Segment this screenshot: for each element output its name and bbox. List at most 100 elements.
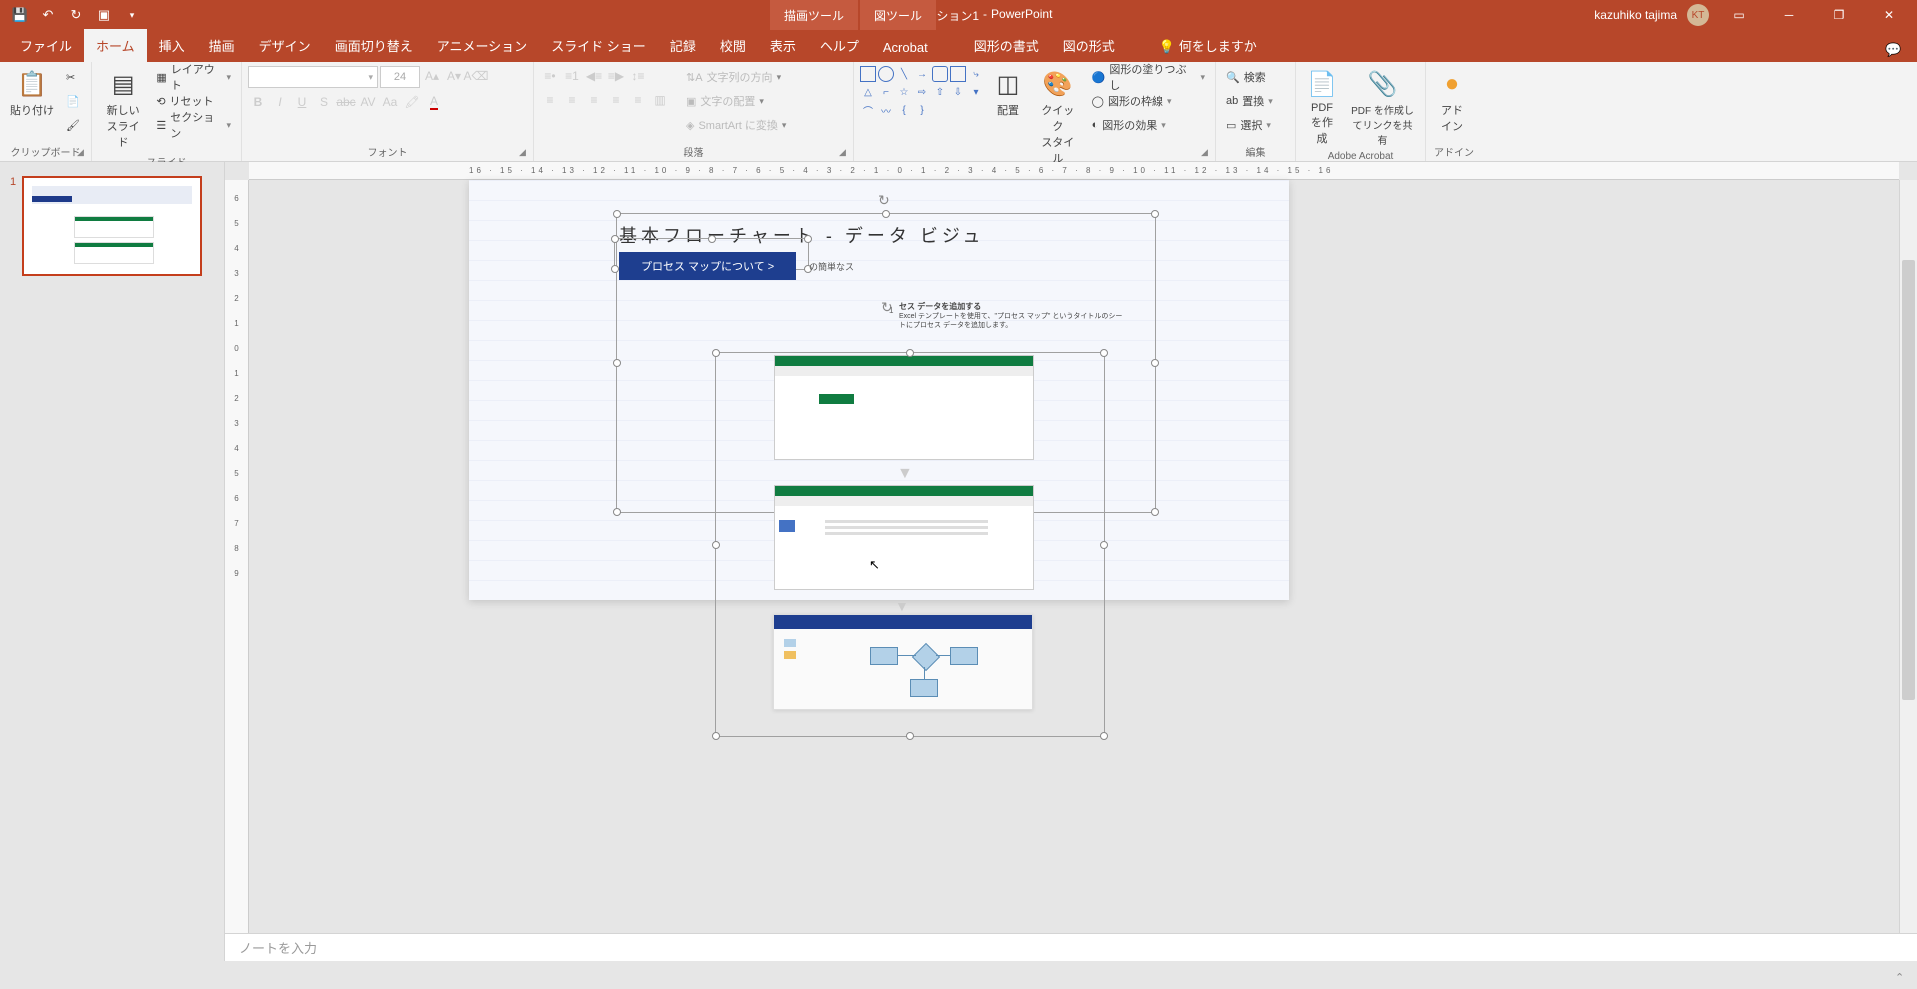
tab-acrobat[interactable]: Acrobat xyxy=(871,33,940,62)
shape-triangle-icon[interactable]: △ xyxy=(860,84,876,100)
clipboard-dialog-launcher[interactable]: ◢ xyxy=(77,147,89,159)
underline-icon[interactable]: U xyxy=(292,92,312,112)
tab-slideshow[interactable]: スライド ショー xyxy=(539,29,658,62)
shape-fill-button[interactable]: 🔵図形の塗りつぶし xyxy=(1088,66,1209,88)
tab-shape-format[interactable]: 図形の書式 xyxy=(962,29,1051,62)
layout-button[interactable]: ▦レイアウト xyxy=(152,66,235,88)
clear-formatting-icon[interactable]: A⌫ xyxy=(466,66,486,86)
shape-oval-icon[interactable] xyxy=(878,66,894,82)
resize-handle[interactable] xyxy=(1151,359,1159,367)
cut-button[interactable]: ✂ xyxy=(62,66,84,88)
slide-edit-area[interactable]: 16 · 15 · 14 · 13 · 12 · 11 · 10 · 9 · 8… xyxy=(225,162,1917,961)
resize-handle[interactable] xyxy=(712,541,720,549)
resize-handle[interactable] xyxy=(613,210,621,218)
shape-gallery-more-icon[interactable]: ▾ xyxy=(968,84,984,100)
tab-animations[interactable]: アニメーション xyxy=(425,29,539,62)
convert-smartart-button[interactable]: ◈SmartArt に変換 xyxy=(682,114,790,136)
share-pdf-button[interactable]: 📎 PDF を作成し てリンクを共有 xyxy=(1346,66,1419,149)
save-icon[interactable]: 💾 xyxy=(8,3,32,27)
shape-brace-l-icon[interactable]: { xyxy=(896,102,912,118)
copy-button[interactable]: 📄 xyxy=(62,90,84,112)
slide-thumbnail-1[interactable] xyxy=(22,176,202,276)
addins-button[interactable]: ● アド イン xyxy=(1432,66,1472,136)
redo-icon[interactable]: ↻ xyxy=(64,3,88,27)
shape-down-icon[interactable]: ⇩ xyxy=(950,84,966,100)
font-dialog-launcher[interactable]: ◢ xyxy=(519,147,531,159)
visio-screenshot[interactable] xyxy=(773,614,1033,710)
shapes-gallery[interactable]: ╲ → ⤷ △ ⌐ ☆ ⇨ ⇧ ⇩ ▾ ⌒ 〰 { } xyxy=(860,66,984,118)
tab-view[interactable]: 表示 xyxy=(758,29,808,62)
resize-handle[interactable] xyxy=(613,508,621,516)
shape-roundrect-icon[interactable] xyxy=(932,66,948,82)
resize-handle[interactable] xyxy=(1151,210,1159,218)
resize-handle[interactable] xyxy=(613,359,621,367)
paste-button[interactable]: 📋 貼り付け xyxy=(6,66,58,120)
decrease-indent-icon[interactable]: ◀≡ xyxy=(584,66,604,86)
align-center-icon[interactable]: ≡ xyxy=(562,90,582,110)
quick-styles-button[interactable]: 🎨 クイック スタイル xyxy=(1032,66,1084,168)
tab-insert[interactable]: 挿入 xyxy=(147,29,197,62)
resize-handle[interactable] xyxy=(906,732,914,740)
numbering-icon[interactable]: ≡1 xyxy=(562,66,582,86)
shape-right-icon[interactable]: ⇨ xyxy=(914,84,930,100)
align-right-icon[interactable]: ≡ xyxy=(584,90,604,110)
user-name[interactable]: kazuhiko tajima xyxy=(1594,8,1677,22)
italic-icon[interactable]: I xyxy=(270,92,290,112)
shape-cell-icon[interactable] xyxy=(950,66,966,82)
resize-handle[interactable] xyxy=(1100,732,1108,740)
scrollbar-thumb[interactable] xyxy=(1902,260,1915,700)
increase-indent-icon[interactable]: ≡▶ xyxy=(606,66,626,86)
shape-outline-button[interactable]: ◯図形の枠線 xyxy=(1088,90,1209,112)
font-color-icon[interactable]: A xyxy=(424,92,444,112)
tab-home[interactable]: ホーム xyxy=(84,29,147,62)
resize-handle[interactable] xyxy=(1100,541,1108,549)
tab-record[interactable]: 記録 xyxy=(658,29,708,62)
shape-rect-icon[interactable] xyxy=(860,66,876,82)
strikethrough-icon[interactable]: abc xyxy=(336,92,356,112)
font-size-select[interactable]: 24 xyxy=(380,66,420,88)
ribbon-display-options-icon[interactable]: ▭ xyxy=(1719,0,1759,30)
tab-help[interactable]: ヘルプ xyxy=(808,29,871,62)
slide-thumbnail-panel[interactable]: 1 xyxy=(0,162,225,961)
tab-draw[interactable]: 描画 xyxy=(197,29,247,62)
text-direction-button[interactable]: ⇅A文字列の方向 xyxy=(682,66,790,88)
increase-font-icon[interactable]: A▴ xyxy=(422,66,442,86)
resize-handle[interactable] xyxy=(1151,508,1159,516)
format-painter-button[interactable]: 🖌 xyxy=(62,114,84,136)
font-name-select[interactable]: ▾ xyxy=(248,66,378,88)
vertical-scrollbar[interactable]: ▲ ▼ xyxy=(1899,180,1917,961)
section-button[interactable]: ☰セクション xyxy=(152,114,235,136)
tab-file[interactable]: ファイル xyxy=(8,29,84,62)
shape-arrow-icon[interactable]: → xyxy=(914,66,930,82)
rotate-handle-icon[interactable]: ↻ xyxy=(878,192,894,208)
shape-curve-icon[interactable]: ⌒ xyxy=(860,102,876,118)
distribute-icon[interactable]: ≡ xyxy=(628,90,648,110)
resize-handle[interactable] xyxy=(611,265,619,273)
shape-line-icon[interactable]: ╲ xyxy=(896,66,912,82)
selected-image-group[interactable]: ▼ xyxy=(715,352,1105,737)
shape-elbow-icon[interactable]: ⌐ xyxy=(878,84,894,100)
shadow-icon[interactable]: S xyxy=(314,92,334,112)
bullets-icon[interactable]: ≡• xyxy=(540,66,560,86)
close-icon[interactable]: ✕ xyxy=(1869,0,1909,30)
paragraph-dialog-launcher[interactable]: ◢ xyxy=(839,147,851,159)
char-spacing-icon[interactable]: AV xyxy=(358,92,378,112)
select-button[interactable]: ▭選択 xyxy=(1222,114,1277,136)
resize-handle[interactable] xyxy=(712,349,720,357)
user-avatar[interactable]: KT xyxy=(1687,4,1709,26)
resize-handle[interactable] xyxy=(1100,349,1108,357)
share-icon[interactable]: 💬 xyxy=(1885,42,1905,62)
drawing-dialog-launcher[interactable]: ◢ xyxy=(1201,147,1213,159)
align-left-icon[interactable]: ≡ xyxy=(540,90,560,110)
justify-icon[interactable]: ≡ xyxy=(606,90,626,110)
resize-handle[interactable] xyxy=(804,235,812,243)
shape-brace-r-icon[interactable]: } xyxy=(914,102,930,118)
highlight-icon[interactable]: 🖍 xyxy=(402,92,422,112)
shape-freeform-icon[interactable]: 〰 xyxy=(878,102,894,118)
new-slide-button[interactable]: ▤ 新しい スライド xyxy=(98,66,148,152)
line-spacing-icon[interactable]: ↕≡ xyxy=(628,66,648,86)
vertical-ruler[interactable]: 6543210123456789 xyxy=(225,180,249,961)
resize-handle[interactable] xyxy=(906,349,914,357)
create-pdf-button[interactable]: 📄 PDF を作成 xyxy=(1302,66,1342,148)
arrange-button[interactable]: ◫ 配置 xyxy=(988,66,1028,120)
